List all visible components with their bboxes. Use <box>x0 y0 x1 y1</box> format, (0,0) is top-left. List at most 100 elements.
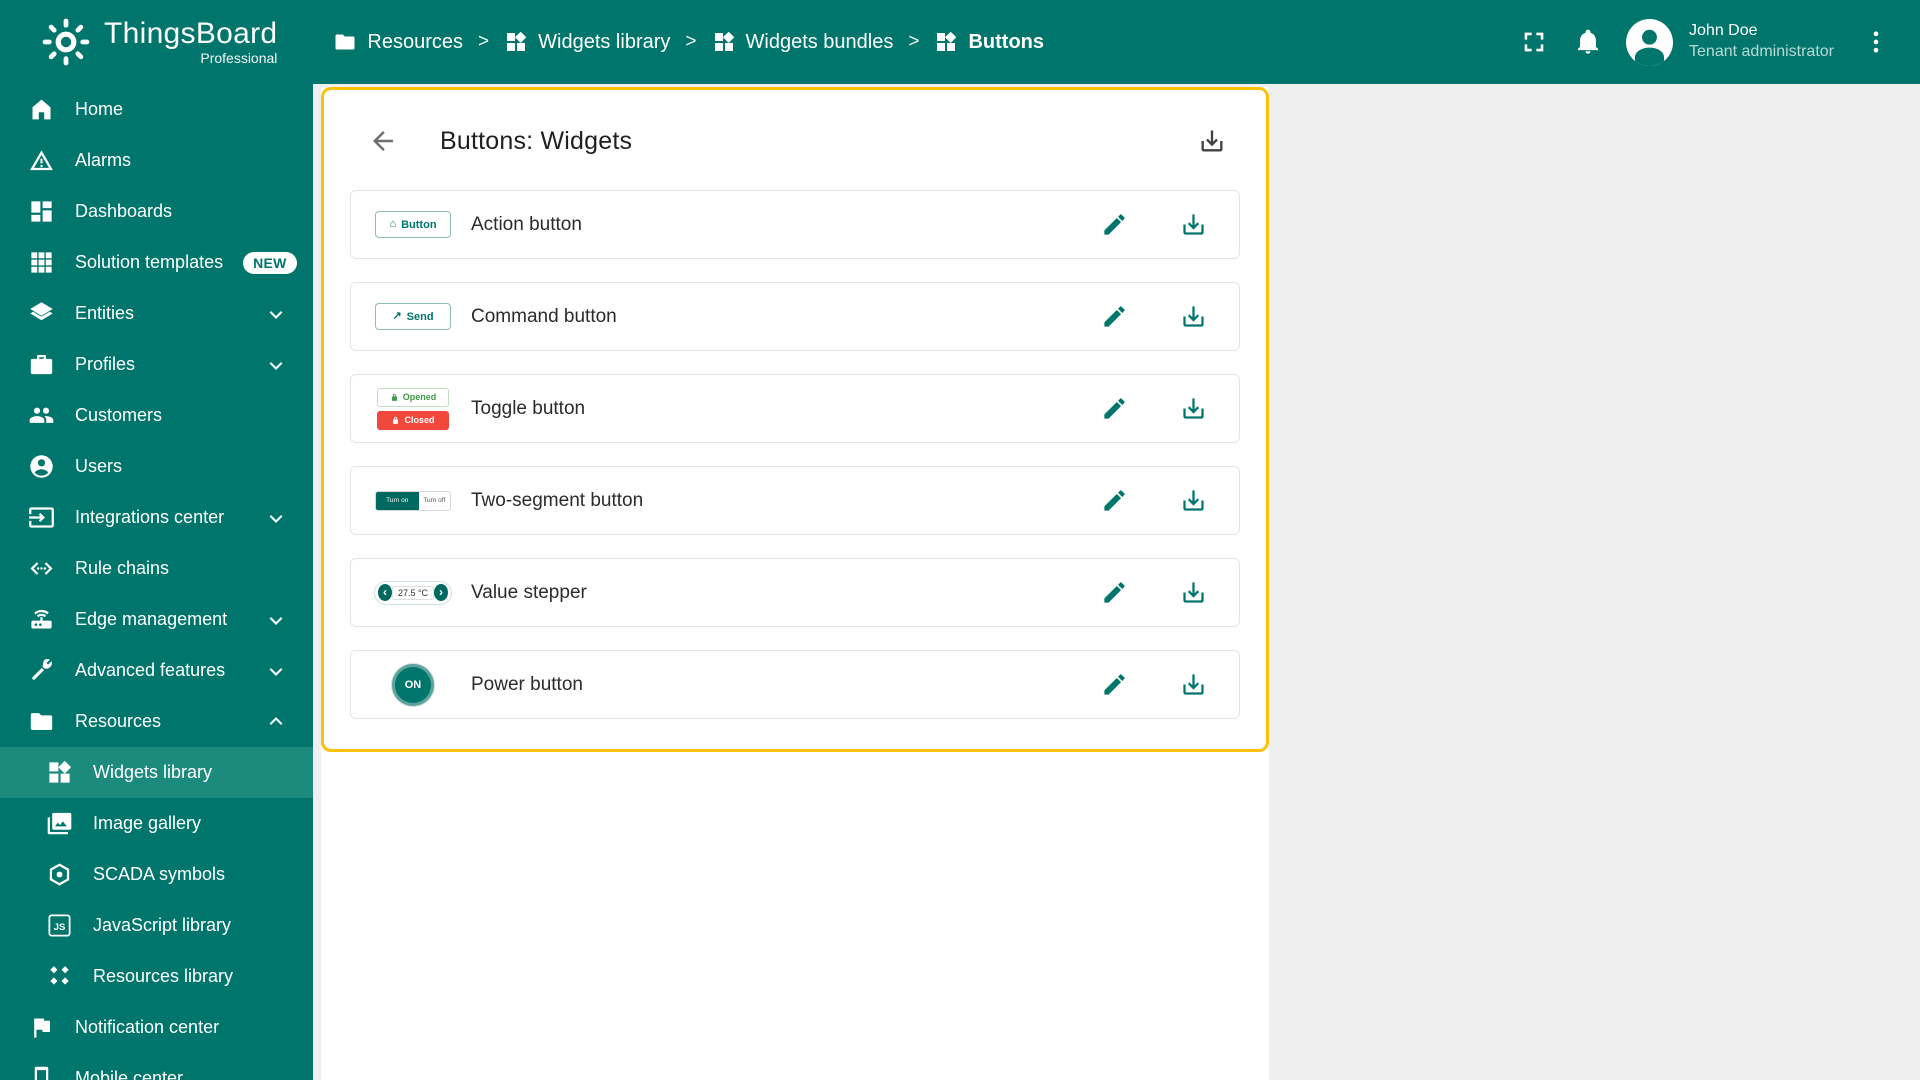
widget-row-value-stepper[interactable]: ‹ 27.5 °C › Value stepper <box>350 558 1240 627</box>
avatar[interactable] <box>1626 18 1674 66</box>
profiles-icon <box>28 351 55 378</box>
sidebar-item-users[interactable]: Users <box>0 441 313 492</box>
breadcrumb-label: Resources <box>367 30 464 53</box>
edit-widget-button[interactable] <box>1097 483 1132 518</box>
stepper-increase-icon: › <box>434 584 448 601</box>
preview-outlined-button: ↗ Send <box>375 303 451 330</box>
more-vert-icon <box>1862 28 1890 56</box>
sidebar-item-label: Widgets library <box>93 762 213 782</box>
sidebar-item-notification-center[interactable]: Notification center <box>0 1002 313 1053</box>
edit-pencil-icon <box>1101 487 1128 514</box>
sidebar-item-advanced-features[interactable]: Advanced features <box>0 645 313 696</box>
breadcrumb-separator: > <box>478 31 490 52</box>
sidebar-item-dashboards[interactable]: Dashboards <box>0 186 313 237</box>
preview-two-segment: Turn on Turn off <box>375 490 451 511</box>
sidebar-item-profiles[interactable]: Profiles <box>0 339 313 390</box>
sidebar-item-label: Edge management <box>75 609 228 629</box>
sidebar-item-customers[interactable]: Customers <box>0 390 313 441</box>
sidebar-item-resources-library[interactable]: Resources library <box>0 951 313 1002</box>
breadcrumb-label: Widgets library <box>538 30 671 53</box>
page-title: Buttons: Widgets <box>440 126 633 155</box>
widget-preview: Opened Closed <box>363 387 463 430</box>
breadcrumb-item-buttons[interactable]: Buttons <box>934 30 1044 54</box>
widget-row-power-button[interactable]: ON Power button <box>350 650 1240 719</box>
widget-name: Value stepper <box>471 581 587 603</box>
widget-preview: ‹ 27.5 °C › <box>363 580 463 605</box>
download-widget-button[interactable] <box>1176 391 1211 426</box>
sidebar-item-image-gallery[interactable]: Image gallery <box>0 798 313 849</box>
advanced-icon <box>28 657 55 684</box>
sidebar-item-integrations-center[interactable]: Integrations center <box>0 492 313 543</box>
widget-preview: Turn on Turn off <box>363 490 463 511</box>
row-actions <box>1097 391 1211 426</box>
sidebar-item-label: SCADA symbols <box>93 864 226 884</box>
widgets-icon <box>504 30 528 54</box>
dashboards-icon <box>28 198 55 225</box>
edit-widget-button[interactable] <box>1097 667 1132 702</box>
widget-name: Two-segment button <box>471 489 644 511</box>
alarms-icon <box>28 147 55 174</box>
widgets-icon <box>934 30 958 54</box>
preview-button-icon: ↗ <box>392 310 402 322</box>
edge-icon <box>28 606 55 633</box>
sidebar-item-entities[interactable]: Entities <box>0 288 313 339</box>
more-menu-button[interactable] <box>1852 18 1900 66</box>
preview-stepper: ‹ 27.5 °C › <box>374 580 452 605</box>
scada-icon <box>46 861 73 888</box>
download-icon <box>1198 127 1226 155</box>
preview-segment-left: Turn on <box>376 491 419 510</box>
widget-row-two-segment-button[interactable]: Turn on Turn off Two-segment button <box>350 466 1240 535</box>
sidebar-item-label: Image gallery <box>93 813 202 833</box>
sidebar-item-scada-symbols[interactable]: SCADA symbols <box>0 849 313 900</box>
sidebar-item-label: Solution templates <box>75 252 224 272</box>
sidebar-item-resources[interactable]: Resources <box>0 696 313 747</box>
breadcrumb-item-resources[interactable]: Resources <box>333 30 463 54</box>
breadcrumb-label: Widgets bundles <box>745 30 894 53</box>
breadcrumb-item-widgets-library[interactable]: Widgets library <box>504 30 670 54</box>
user-name: John Doe <box>1689 22 1758 40</box>
js-icon <box>46 912 73 939</box>
integrations-icon <box>28 504 55 531</box>
chevron-down-icon <box>263 301 289 327</box>
sidebar-item-rule-chains[interactable]: Rule chains <box>0 543 313 594</box>
edit-widget-button[interactable] <box>1097 575 1132 610</box>
sidebar-item-home[interactable]: Home <box>0 84 313 135</box>
download-widget-button[interactable] <box>1176 299 1211 334</box>
edit-widget-button[interactable] <box>1097 391 1132 426</box>
widget-row-toggle-button[interactable]: Opened Closed Toggle button <box>350 374 1240 443</box>
app-edition: Professional <box>200 49 278 66</box>
sidebar-item-label: Alarms <box>75 150 132 170</box>
sidebar-item-widgets-library[interactable]: Widgets library <box>0 747 313 798</box>
fullscreen-button[interactable] <box>1510 18 1558 66</box>
download-widget-button[interactable] <box>1176 575 1211 610</box>
content-pane: Buttons: Widgets ⌂ Button Action button ↗… <box>321 87 1269 1080</box>
back-button[interactable] <box>364 122 402 160</box>
sidebar-item-label: Dashboards <box>75 201 173 221</box>
breadcrumb-separator: > <box>685 31 697 52</box>
thingsboard-logo[interactable]: ThingsBoard Professional <box>40 16 277 68</box>
export-bundle-button[interactable] <box>1194 123 1230 159</box>
edit-widget-button[interactable] <box>1097 299 1132 334</box>
sidebar-item-javascript-library[interactable]: JavaScript library <box>0 900 313 951</box>
sidebar-item-alarms[interactable]: Alarms <box>0 135 313 186</box>
breadcrumb-item-widgets-bundles[interactable]: Widgets bundles <box>712 30 894 54</box>
sidebar-item-mobile-center[interactable]: Mobile center <box>0 1053 313 1080</box>
download-widget-button[interactable] <box>1176 207 1211 242</box>
sidebar-item-solution-templates[interactable]: Solution templates NEW <box>0 237 313 288</box>
mobile-icon <box>28 1065 55 1080</box>
widget-row-command-button[interactable]: ↗ Send Command button <box>350 282 1240 351</box>
notifications-button[interactable] <box>1564 18 1612 66</box>
sidebar-item-edge-management[interactable]: Edge management <box>0 594 313 645</box>
widget-name: Power button <box>471 673 583 695</box>
widget-row-action-button[interactable]: ⌂ Button Action button <box>350 190 1240 259</box>
edit-widget-button[interactable] <box>1097 207 1132 242</box>
chevron-down-icon <box>263 658 289 684</box>
customers-icon <box>28 402 55 429</box>
download-widget-button[interactable] <box>1176 667 1211 702</box>
download-icon <box>1180 211 1207 238</box>
chevron-up-icon <box>263 709 289 735</box>
sidebar-item-label: JavaScript library <box>93 915 232 935</box>
stepper-decrease-icon: ‹ <box>378 584 392 601</box>
user-icon <box>1635 29 1665 66</box>
download-widget-button[interactable] <box>1176 483 1211 518</box>
